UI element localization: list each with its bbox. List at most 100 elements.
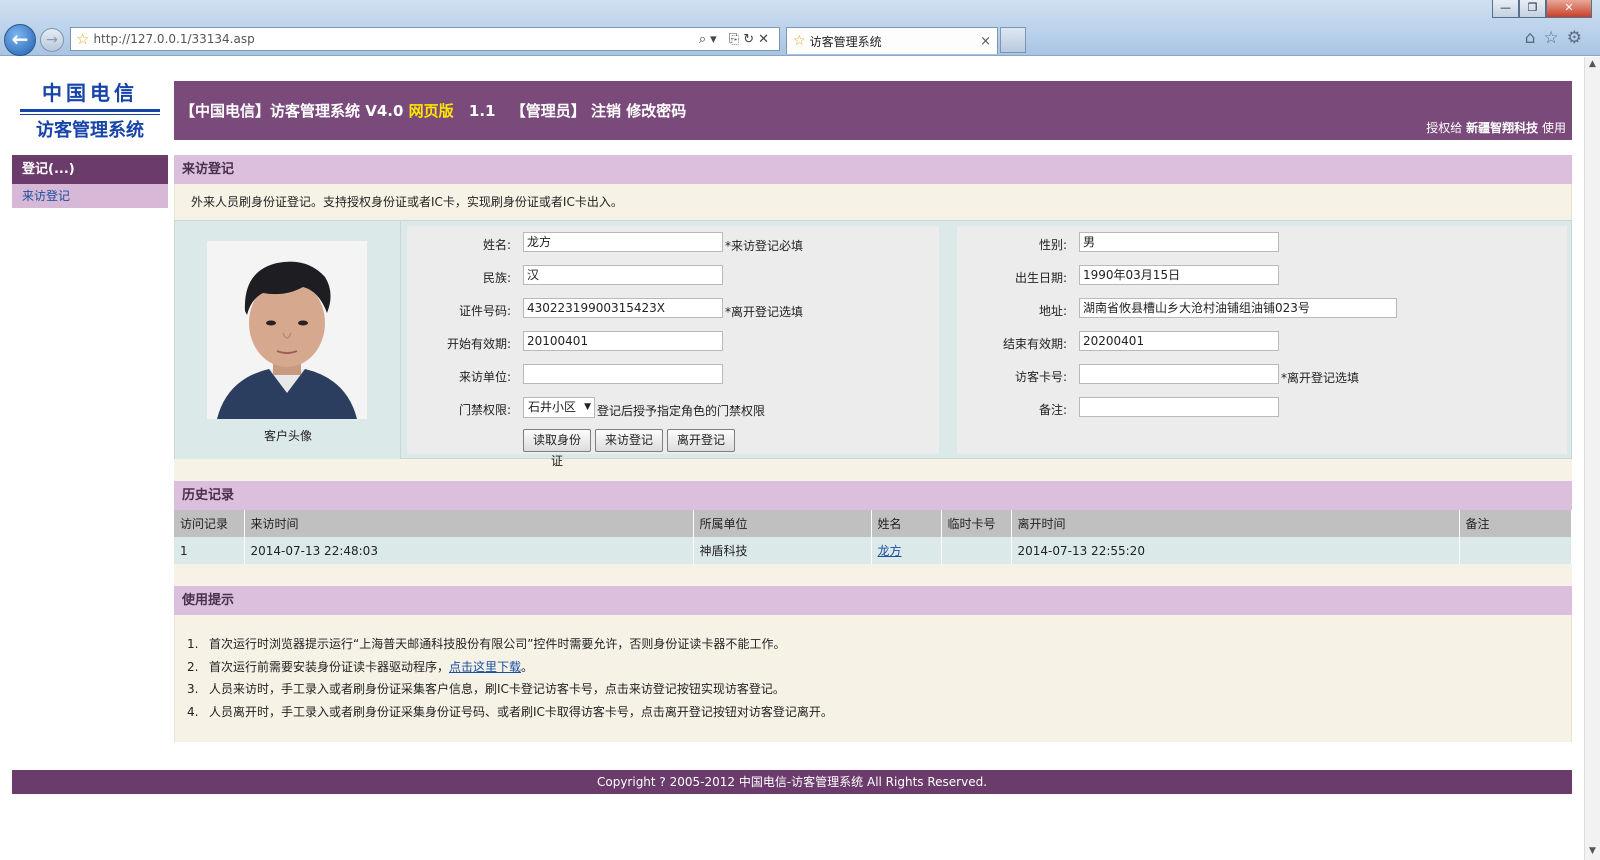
- row-access: 门禁权限: 石井小区 ▼ 登记后授予指定角色的门禁权限: [407, 393, 939, 423]
- cell-leave-time: 2014-07-13 22:55:20: [1011, 537, 1460, 564]
- change-password-link[interactable]: 修改密码: [626, 102, 686, 120]
- list-item: 2. 首次运行前需要安装身份证读卡器驱动程序，点击这里下载。: [187, 656, 1571, 679]
- license-prefix: 授权给: [1426, 121, 1463, 135]
- row-birth: 出生日期: 1990年03月15日: [957, 261, 1567, 291]
- sidebar-section-register[interactable]: 登记(...): [12, 155, 168, 184]
- home-favorites-settings-icons[interactable]: ⌂☆⚙: [1525, 28, 1590, 48]
- download-driver-link[interactable]: 点击这里下载: [449, 660, 521, 674]
- read-id-button[interactable]: 读取身份证: [523, 429, 591, 468]
- history-heading: 历史记录: [174, 481, 1572, 510]
- tab-close-icon[interactable]: ×: [980, 34, 997, 49]
- name-hint: *来访登记必填: [725, 239, 804, 253]
- row-gender: 性别: 男: [957, 228, 1567, 258]
- scroll-down-icon[interactable]: ▼: [1587, 846, 1598, 856]
- visit-unit-input[interactable]: [523, 364, 723, 384]
- list-item: 1. 首次运行时浏览器提示运行“上海普天邮通科技股份有限公司”控件时需要允许，否则…: [187, 633, 1571, 656]
- tip-text: 首次运行前需要安装身份证读卡器驱动程序，: [209, 659, 450, 674]
- access-hint: 登记后授予指定角色的门禁权限: [597, 404, 766, 418]
- title-web-edition: 网页版: [408, 102, 454, 120]
- name-input[interactable]: 龙方: [523, 232, 723, 252]
- sidebar-item-visit-register[interactable]: 来访登记: [12, 184, 168, 208]
- id-number-label: 证件号码:: [458, 304, 511, 318]
- tip-number: 3.: [187, 682, 199, 696]
- customer-photo: [207, 241, 367, 419]
- row-id-number: 证件号码: 43022319900315423X *离开登记选填: [407, 294, 939, 324]
- row-start-date: 开始有效期: 20100401: [407, 327, 939, 357]
- row-name: 姓名: 龙方 *来访登记必填: [407, 228, 939, 258]
- start-date-label: 开始有效期:: [446, 337, 511, 351]
- visit-unit-label: 来访单位:: [458, 370, 511, 384]
- sidebar: 登记(...) 来访登记: [12, 155, 168, 208]
- photo-column: 客户头像: [175, 221, 401, 459]
- address-bar[interactable]: ☆ http://127.0.0.1/33134.asp ⌕▾ ⎘↻✕: [70, 27, 780, 51]
- title-version-number: 1.1: [468, 102, 496, 120]
- favorite-star-icon[interactable]: ☆: [76, 30, 89, 48]
- history-header-row: 访问记录 来访时间 所属单位 姓名 临时卡号 离开时间 备注: [174, 510, 1572, 537]
- gender-input[interactable]: 男: [1079, 232, 1279, 252]
- address-tools-icons[interactable]: ⌕▾ ⎘↻✕: [699, 32, 779, 47]
- tip-text: 人员离开时，手工录入或者刷身份证采集身份证号码、或者刷IC卡取得访客卡号，点击离…: [209, 704, 833, 719]
- row-address: 地址: 湖南省攸县槽山乡大沧村油铺组油铺023号: [957, 294, 1567, 324]
- cell-unit: 神盾科技: [693, 537, 872, 564]
- row-card: 访客卡号: *离开登记选填: [957, 360, 1567, 390]
- tab-title[interactable]: 访客管理系统: [810, 33, 981, 50]
- end-date-label: 结束有效期:: [1002, 337, 1067, 351]
- card-hint: *离开登记选填: [1281, 371, 1360, 385]
- tips-heading: 使用提示: [174, 586, 1572, 615]
- end-date-input[interactable]: 20200401: [1079, 331, 1279, 351]
- scroll-up-icon[interactable]: ▲: [1587, 59, 1598, 69]
- gender-label: 性别:: [1038, 238, 1067, 252]
- register-note: 外来人员刷身份证登记。支持授权身份证或者IC卡，实现刷身份证或者IC卡出入。: [174, 184, 1572, 220]
- back-button[interactable]: ←: [4, 24, 36, 56]
- birth-input[interactable]: 1990年03月15日: [1079, 265, 1279, 285]
- table-row: 1 2014-07-13 22:48:03 神盾科技 龙方 2014-07-13…: [174, 537, 1572, 564]
- visitor-name-link[interactable]: 龙方: [878, 544, 902, 558]
- logo-rule-thin: [20, 114, 160, 115]
- close-window-button[interactable]: ✕: [1546, 0, 1592, 18]
- ethnic-input[interactable]: 汉: [523, 265, 723, 285]
- tip-number: 1.: [187, 637, 199, 651]
- row-visit-unit: 来访单位:: [407, 360, 939, 390]
- id-number-input[interactable]: 43022319900315423X: [523, 298, 723, 318]
- col-remark: 备注: [1459, 510, 1572, 537]
- col-name: 姓名: [871, 510, 942, 537]
- logout-link[interactable]: 注销: [591, 102, 621, 120]
- forward-button[interactable]: →: [40, 28, 64, 52]
- vertical-scrollbar[interactable]: ▲ ▼: [1584, 57, 1600, 860]
- new-tab-button[interactable]: [1000, 27, 1026, 53]
- start-date-input[interactable]: 20100401: [523, 331, 723, 351]
- browser-tab[interactable]: ☆ 访客管理系统 ×: [786, 27, 998, 54]
- url-text[interactable]: http://127.0.0.1/33134.asp: [93, 32, 698, 46]
- access-select-value: 石井小区: [528, 400, 577, 414]
- access-select[interactable]: 石井小区 ▼: [523, 397, 595, 418]
- visit-register-button[interactable]: 来访登记: [595, 429, 663, 452]
- maximize-button[interactable]: ❐: [1519, 0, 1546, 18]
- address-input[interactable]: 湖南省攸县槽山乡大沧村油铺组油铺023号: [1079, 298, 1397, 318]
- col-record: 访问记录: [174, 510, 245, 537]
- list-item: 4. 人员离开时，手工录入或者刷身份证采集身份证号码、或者刷IC卡取得访客卡号，点…: [187, 701, 1571, 724]
- card-input[interactable]: [1079, 364, 1279, 384]
- logo-line2: 访客管理系统: [36, 120, 144, 141]
- main-content: 来访登记 外来人员刷身份证登记。支持授权身份证或者IC卡，实现刷身份证或者IC卡…: [174, 155, 1572, 742]
- photo-caption: 客户头像: [263, 429, 312, 443]
- remark-input[interactable]: [1079, 397, 1279, 417]
- logo-line1: 中国电信: [42, 81, 138, 105]
- window-controls: — ❐ ✕: [1492, 0, 1592, 18]
- title-version: V4.0: [365, 102, 404, 120]
- license-suffix: 使用: [1541, 121, 1566, 135]
- app-title: 【中国电信】访客管理系统 V4.0 网页版 1.1 【管理员】 注销 修改密码: [180, 100, 686, 121]
- cell-name: 龙方: [871, 537, 942, 564]
- leave-register-button[interactable]: 离开登记: [667, 429, 735, 452]
- row-buttons: 读取身份证 来访登记 离开登记: [407, 425, 939, 468]
- access-label: 门禁权限:: [458, 403, 511, 417]
- row-ethnic: 民族: 汉: [407, 261, 939, 291]
- history-table: 访问记录 来访时间 所属单位 姓名 临时卡号 离开时间 备注 1 2014-07…: [174, 510, 1572, 564]
- address-label: 地址:: [1038, 304, 1067, 318]
- tip-text: 首次运行时浏览器提示运行“上海普天邮通科技股份有限公司”控件时需要允许，否则身份…: [209, 637, 786, 651]
- col-leave-time: 离开时间: [1011, 510, 1460, 537]
- tip-number: 2.: [187, 659, 199, 674]
- app-header: 【中国电信】访客管理系统 V4.0 网页版 1.1 【管理员】 注销 修改密码 …: [174, 81, 1572, 140]
- license-name: 新疆智翔科技: [1466, 121, 1539, 135]
- tip-text: 人员来访时，手工录入或者刷身份证采集客户信息，刷IC卡登记访客卡号，点击来访登记…: [209, 682, 785, 696]
- minimize-button[interactable]: —: [1492, 0, 1519, 18]
